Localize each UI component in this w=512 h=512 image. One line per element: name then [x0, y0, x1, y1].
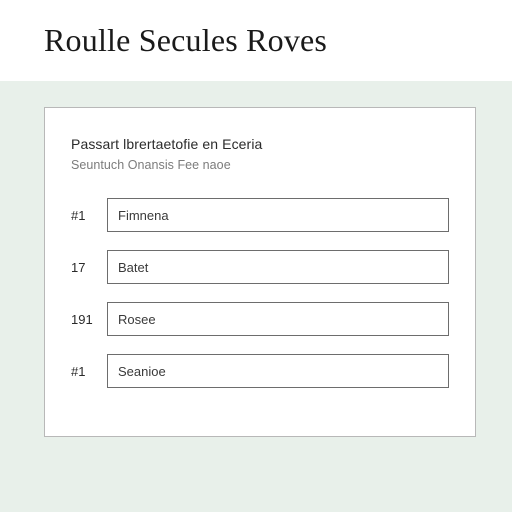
header: Roulle Secules Roves: [0, 0, 512, 81]
list-item: #1: [71, 354, 449, 388]
subtitle-line-2: Seuntuch Onansis Fee naoe: [71, 158, 449, 172]
list-item: 191: [71, 302, 449, 336]
row-number: #1: [71, 354, 107, 388]
row-input[interactable]: [107, 354, 449, 388]
row-number: 17: [71, 250, 107, 284]
row-input[interactable]: [107, 250, 449, 284]
document-panel: Passart lbrertaetofie en Eceria Seuntuch…: [44, 107, 476, 437]
row-number: 191: [71, 302, 107, 336]
row-number: #1: [71, 198, 107, 232]
list-item: #1: [71, 198, 449, 232]
list-item: 17: [71, 250, 449, 284]
row-input[interactable]: [107, 302, 449, 336]
subtitle-line-1: Passart lbrertaetofie en Eceria: [71, 136, 449, 152]
row-input[interactable]: [107, 198, 449, 232]
page-title: Roulle Secules Roves: [44, 22, 512, 59]
